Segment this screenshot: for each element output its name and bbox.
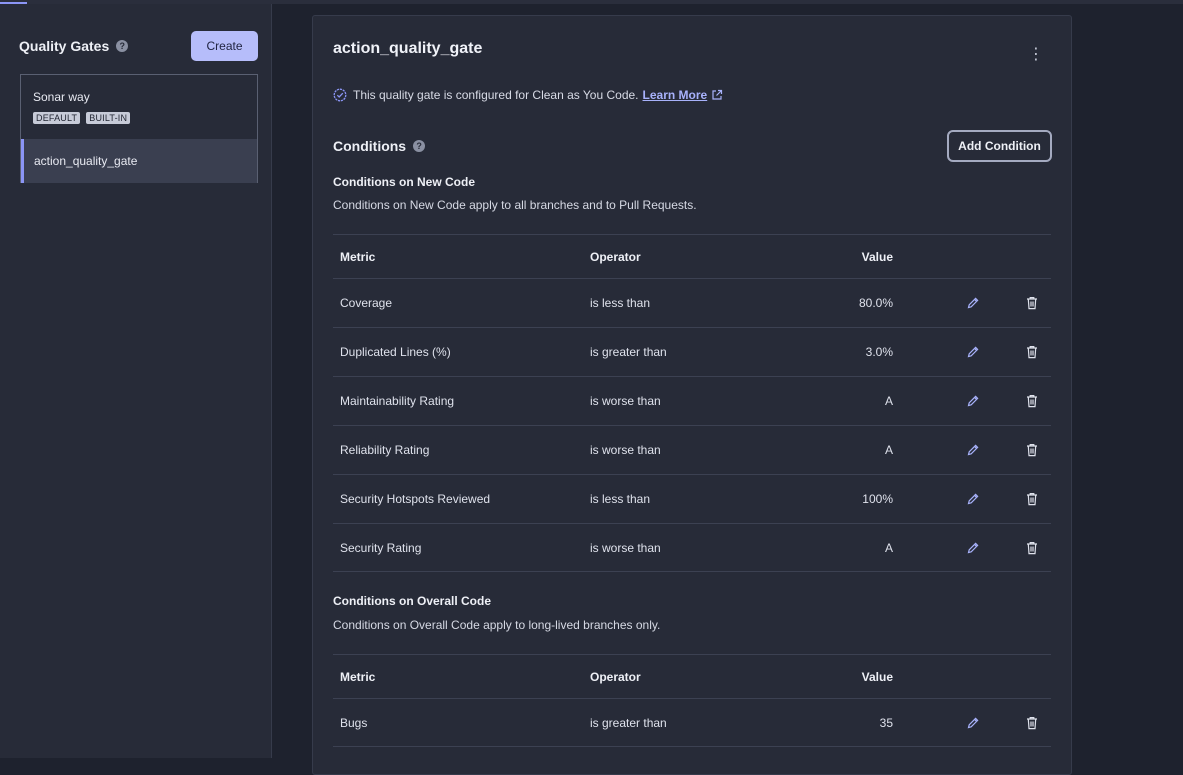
- default-badge: DEFAULT: [33, 112, 81, 124]
- condition-value: A: [884, 540, 893, 555]
- column-operator: Operator: [590, 669, 641, 684]
- edit-condition-button[interactable]: [965, 328, 981, 376]
- table-row: Security Hotspots Reviewed is less than …: [333, 474, 1051, 523]
- table-row: Reliability Rating is worse than A: [333, 425, 1051, 474]
- learn-more-link[interactable]: Learn More: [643, 88, 708, 102]
- gate-item-name: action_quality_gate: [34, 154, 138, 168]
- column-metric: Metric: [340, 669, 376, 684]
- delete-condition-button[interactable]: [1024, 328, 1040, 376]
- pencil-icon: [967, 395, 979, 407]
- condition-metric: Bugs: [340, 715, 368, 730]
- new-code-heading: Conditions on New Code: [333, 175, 475, 189]
- condition-metric: Coverage: [340, 296, 393, 310]
- column-operator: Operator: [590, 249, 641, 264]
- condition-value: 80.0%: [858, 296, 893, 310]
- overall-code-description: Conditions on Overall Code apply to long…: [333, 618, 661, 632]
- add-condition-button[interactable]: Add Condition: [947, 130, 1052, 162]
- condition-metric: Reliability Rating: [340, 443, 430, 457]
- gate-item-action-quality-gate[interactable]: action_quality_gate: [21, 139, 257, 183]
- condition-value: 100%: [862, 492, 893, 506]
- check-badge-icon: [333, 88, 347, 102]
- delete-condition-button[interactable]: [1024, 524, 1040, 571]
- pencil-icon: [967, 542, 979, 553]
- condition-operator: is worse than: [590, 394, 661, 408]
- trash-icon: [1027, 716, 1037, 729]
- pencil-icon: [967, 346, 979, 358]
- create-button[interactable]: Create: [191, 31, 258, 61]
- column-metric: Metric: [340, 249, 376, 264]
- edit-condition-button[interactable]: [965, 279, 981, 327]
- table-row: Bugs is greater than 35: [333, 698, 1051, 747]
- quality-gate-list: Sonar way DEFAULT BUILT-IN action_qualit…: [20, 74, 258, 183]
- gate-item-sonar-way[interactable]: Sonar way DEFAULT BUILT-IN: [21, 75, 257, 139]
- gate-item-name: Sonar way: [33, 90, 90, 104]
- edit-condition-button[interactable]: [965, 699, 981, 746]
- condition-operator: is less than: [590, 296, 651, 310]
- condition-metric: Maintainability Rating: [340, 394, 455, 408]
- delete-condition-button[interactable]: [1024, 426, 1040, 474]
- delete-condition-button[interactable]: [1024, 475, 1040, 523]
- trash-icon: [1027, 493, 1037, 506]
- edit-condition-button[interactable]: [965, 475, 981, 523]
- edit-condition-button[interactable]: [965, 377, 981, 425]
- sidebar-title: Quality Gates: [19, 38, 110, 54]
- external-link-icon[interactable]: [711, 89, 723, 101]
- cayc-text: This quality gate is configured for Clea…: [353, 88, 639, 102]
- column-value: Value: [861, 249, 893, 264]
- condition-value: 35: [879, 715, 893, 730]
- condition-operator: is greater than: [590, 345, 667, 359]
- column-value: Value: [861, 669, 893, 684]
- overall-code-conditions-table: Metric Operator Value Bugs is greater th…: [333, 654, 1051, 747]
- trash-icon: [1027, 346, 1037, 359]
- new-code-description: Conditions on New Code apply to all bran…: [333, 198, 697, 212]
- table-header: Metric Operator Value: [333, 654, 1051, 698]
- new-code-conditions-table: Metric Operator Value Coverage is less t…: [333, 234, 1051, 572]
- condition-value: A: [884, 443, 893, 457]
- delete-condition-button[interactable]: [1024, 377, 1040, 425]
- table-row: Security Rating is worse than A: [333, 523, 1051, 572]
- trash-icon: [1027, 297, 1037, 310]
- condition-metric: Duplicated Lines (%): [340, 345, 451, 359]
- edit-condition-button[interactable]: [965, 426, 981, 474]
- pencil-icon: [967, 717, 979, 728]
- trash-icon: [1027, 395, 1037, 408]
- table-header: Metric Operator Value: [333, 234, 1051, 278]
- table-row: Duplicated Lines (%) is greater than 3.0…: [333, 327, 1051, 376]
- sidebar: Quality Gates ? Create Sonar way DEFAULT…: [0, 4, 272, 758]
- conditions-title: Conditions: [333, 138, 407, 154]
- pencil-icon: [967, 297, 979, 309]
- condition-operator: is greater than: [590, 715, 667, 730]
- more-options-icon[interactable]: ⋮: [1027, 45, 1045, 65]
- trash-icon: [1027, 541, 1037, 554]
- pencil-icon: [967, 493, 979, 505]
- delete-condition-button[interactable]: [1024, 279, 1040, 327]
- conditions-heading: Conditions ?: [333, 138, 426, 154]
- condition-operator: is worse than: [590, 443, 661, 457]
- condition-metric: Security Hotspots Reviewed: [340, 492, 491, 506]
- gate-badges: DEFAULT BUILT-IN: [33, 112, 131, 124]
- condition-value: 3.0%: [865, 345, 893, 359]
- edit-condition-button[interactable]: [965, 524, 981, 571]
- overall-code-heading: Conditions on Overall Code: [333, 594, 492, 608]
- gate-detail-panel: action_quality_gate ⋮ This quality gate …: [312, 15, 1072, 775]
- trash-icon: [1027, 444, 1037, 457]
- condition-metric: Security Rating: [340, 540, 422, 555]
- delete-condition-button[interactable]: [1024, 699, 1040, 746]
- help-icon[interactable]: ?: [413, 140, 426, 152]
- condition-value: A: [884, 394, 893, 408]
- table-row: Maintainability Rating is worse than A: [333, 376, 1051, 425]
- pencil-icon: [967, 444, 979, 456]
- built-in-badge: BUILT-IN: [86, 112, 131, 124]
- cayc-notice: This quality gate is configured for Clea…: [333, 88, 729, 102]
- condition-operator: is worse than: [590, 540, 661, 555]
- help-icon[interactable]: ?: [116, 40, 129, 52]
- page-title: action_quality_gate: [333, 40, 483, 57]
- table-row: Coverage is less than 80.0%: [333, 278, 1051, 327]
- condition-operator: is less than: [590, 492, 651, 506]
